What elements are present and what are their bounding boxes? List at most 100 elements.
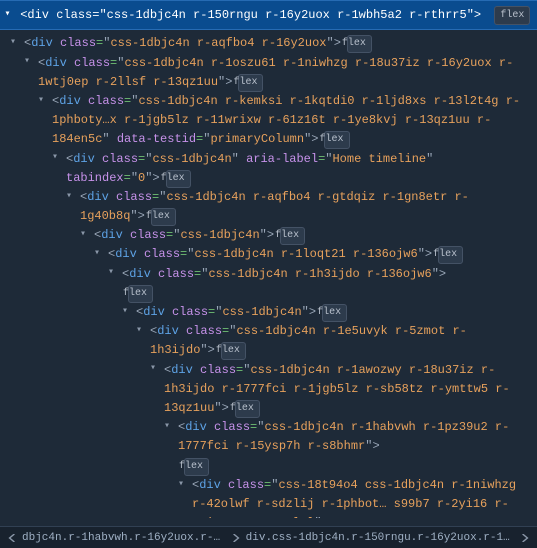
token: " <box>302 305 309 319</box>
attr-name: class <box>116 190 152 204</box>
selected-element-row[interactable]: ▾ <div class="css-1dbjc4n r-150rngu r-16… <box>0 0 537 30</box>
dom-tree-row[interactable]: ▾<div class="css-1dbjc4n">flex <box>0 226 537 245</box>
attr-value: primaryColumn <box>210 132 304 146</box>
dom-tree-row[interactable]: ▾<div class="css-1dbjc4n r-kemksi r-1kqt… <box>0 92 537 150</box>
chevron-right-icon[interactable] <box>517 530 533 546</box>
token: > <box>138 209 145 223</box>
dom-tree-row[interactable]: ▾<div class="css-1dbjc4n" aria-label="Ho… <box>0 150 537 188</box>
attr-name: class <box>130 228 166 242</box>
dom-tree-row[interactable]: ▾<div class="css-18t94o4 css-1dbjc4n r-1… <box>0 476 537 519</box>
tag-name: div <box>27 8 49 22</box>
token: = <box>124 171 131 185</box>
attr-name: class <box>88 94 124 108</box>
attr-name: class <box>60 36 96 50</box>
tag-name: div <box>73 152 102 166</box>
token: > <box>208 343 215 357</box>
token: " <box>418 247 425 261</box>
token: > <box>425 247 432 261</box>
tag-name: div <box>185 420 214 434</box>
token: " <box>214 401 221 415</box>
chevron-left-icon[interactable] <box>4 530 20 546</box>
token: " <box>131 171 138 185</box>
flex-badge[interactable]: flex <box>235 400 260 418</box>
token: " <box>432 267 439 281</box>
attr-name: class <box>74 56 110 70</box>
dom-tree-row[interactable]: ▾<div class="css-1dbjc4n r-aqfbo4 r-gtdq… <box>0 188 537 226</box>
attr-value: css-1dbjc4n <box>222 305 301 319</box>
dom-tree-row[interactable]: ▾<div class="css-1dbjc4n r-1loqt21 r-136… <box>0 245 537 264</box>
expand-toggle[interactable]: ▾ <box>13 35 24 51</box>
expand-toggle[interactable]: ▾ <box>27 54 38 70</box>
token: > <box>152 171 159 185</box>
attr-value: Home timeline <box>332 152 426 166</box>
attr-name: class <box>228 478 264 492</box>
expand-toggle[interactable]: ▾ <box>153 361 164 377</box>
expand-toggle[interactable]: ▾ <box>83 227 94 243</box>
dom-tree-row[interactable]: ▾<div class="css-1dbjc4n r-1e5uvyk r-5zm… <box>0 322 537 360</box>
expand-toggle[interactable]: ▾ <box>125 304 136 320</box>
dom-tree-row[interactable]: ▾<div class="css-1dbjc4n r-aqfbo4 r-16y2… <box>0 34 537 53</box>
token: " <box>426 152 433 166</box>
expand-toggle[interactable]: ▾ <box>55 150 66 166</box>
flex-badge[interactable]: flex <box>128 285 153 303</box>
attr-name: class <box>102 152 138 166</box>
token: " <box>130 209 137 223</box>
attr-name: class <box>56 8 92 22</box>
dom-tree-row[interactable]: ▾<div class="css-1dbjc4n r-1oszu61 r-1ni… <box>0 54 537 92</box>
flex-badge[interactable]: flex <box>324 131 349 149</box>
attr-name: class <box>172 305 208 319</box>
flex-badge[interactable]: flex <box>347 35 372 53</box>
tag-name: div <box>115 247 144 261</box>
expand-toggle[interactable]: ▾ <box>167 419 178 435</box>
tag-name: div <box>101 228 130 242</box>
token: > <box>222 401 229 415</box>
flex-badge[interactable]: flex <box>151 208 176 226</box>
tag-name: div <box>45 56 74 70</box>
dom-tree-row[interactable]: ▾<div class="css-1dbjc4n">flex <box>0 303 537 322</box>
token: > <box>334 36 341 50</box>
tag-name: div <box>157 324 186 338</box>
expand-toggle[interactable]: ▾ <box>139 323 150 339</box>
token: " <box>260 228 267 242</box>
expand-toggle[interactable]: ▾ <box>111 265 122 281</box>
breadcrumb-item[interactable]: dbjc4n.r-1habvwh.r-16y2uox.r-1… <box>20 532 228 544</box>
attr-value: css-1dbjc4n <box>152 152 231 166</box>
attr-name: class <box>186 324 222 338</box>
expand-toggle[interactable]: ▾ <box>2 6 13 23</box>
expand-toggle[interactable]: ▾ <box>69 189 80 205</box>
flex-badge[interactable]: flex <box>280 227 305 245</box>
token: > <box>439 267 446 281</box>
tag-name: div <box>171 363 200 377</box>
token: " <box>232 152 246 166</box>
attr-value: css-1dbjc4n <box>180 228 259 242</box>
token: > <box>372 439 379 453</box>
dom-tree-row[interactable]: ▾<div class="css-1dbjc4n r-1habvwh r-1pz… <box>0 418 537 476</box>
flex-badge[interactable]: flex <box>221 342 246 360</box>
expand-toggle[interactable]: ▾ <box>41 93 52 109</box>
tag-name: div <box>199 478 228 492</box>
flex-badge[interactable]: flex <box>184 458 209 476</box>
dom-tree-row[interactable]: ▾<div class="css-1dbjc4n r-1awozwy r-18u… <box>0 361 537 419</box>
tag-name: div <box>87 190 116 204</box>
flex-badge[interactable]: flex <box>438 246 463 264</box>
attr-name: class <box>200 363 236 377</box>
flex-badge[interactable]: flex <box>238 74 263 92</box>
devtools-elements-panel: ▾ <div class="css-1dbjc4n r-150rngu r-16… <box>0 0 537 548</box>
attr-name: data-testid <box>117 132 196 146</box>
chevron-right-icon <box>228 530 244 546</box>
breadcrumb-bar[interactable]: dbjc4n.r-1habvwh.r-16y2uox.r-1… div.css-… <box>0 526 537 548</box>
dom-tree[interactable]: ▾<div class="css-1dbjc4n r-aqfbo4 r-16y2… <box>0 30 537 518</box>
token: " <box>102 132 116 146</box>
dom-tree-row[interactable]: ▾<div class="css-1dbjc4n r-1h3ijdo r-136… <box>0 265 537 303</box>
tag-name: div <box>143 305 172 319</box>
breadcrumb-item[interactable]: div.css-1dbjc4n.r-150rngu.r-16y2uox.r-1w… <box>244 532 517 544</box>
tag-name: div <box>31 36 60 50</box>
flex-badge[interactable]: flex <box>494 6 530 25</box>
token: " <box>200 343 207 357</box>
attr-name: class <box>158 267 194 281</box>
expand-toggle[interactable]: ▾ <box>97 246 108 262</box>
flex-badge[interactable]: flex <box>166 170 191 188</box>
flex-badge[interactable]: flex <box>322 304 347 322</box>
expand-toggle[interactable]: ▾ <box>181 477 192 493</box>
attr-value: css-1dbjc4n r-1loqt21 r-136ojw6 <box>194 247 417 261</box>
